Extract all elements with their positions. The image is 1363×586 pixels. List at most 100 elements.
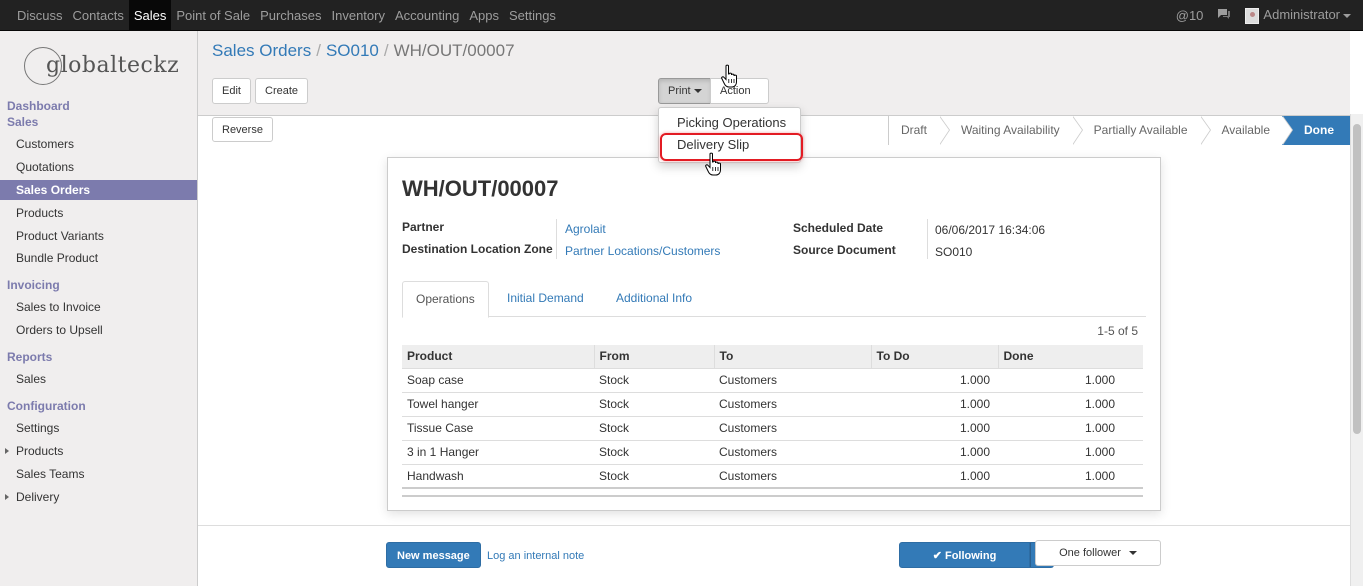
sidebar-item-delivery[interactable]: Delivery xyxy=(0,487,197,507)
column-done[interactable]: Done xyxy=(998,345,1143,368)
column-to[interactable]: To xyxy=(714,345,872,368)
cell-done: 1.000 xyxy=(998,367,1143,392)
reverse-button[interactable]: Reverse xyxy=(212,117,273,142)
stage-draft[interactable]: Draft xyxy=(887,116,950,145)
scrollbar-thumb[interactable] xyxy=(1353,124,1361,434)
new-message-button[interactable]: New message xyxy=(386,542,481,568)
menu-purchases[interactable]: Purchases xyxy=(255,0,326,31)
menu-inventory[interactable]: Inventory xyxy=(327,0,390,31)
sidebar-item-bundle-product[interactable]: Bundle Product xyxy=(0,248,197,268)
page-scrollbar[interactable] xyxy=(1350,114,1363,586)
sidebar: globalteckz Dashboard Sales Customers Qu… xyxy=(0,31,198,586)
cell-from: Stock xyxy=(594,439,714,464)
avatar xyxy=(1245,7,1260,24)
sidebar-item-product-variants[interactable]: Product Variants xyxy=(0,226,197,246)
top-navbar: Discuss Contacts Sales Point of Sale Pur… xyxy=(0,0,1363,31)
sidebar-item-orders-to-upsell[interactable]: Orders to Upsell xyxy=(0,320,197,340)
cell-to: Customers xyxy=(714,415,871,440)
highlight-annotation xyxy=(660,133,803,161)
menu-discuss[interactable]: Discuss xyxy=(12,0,68,31)
chat-icon[interactable] xyxy=(1217,8,1231,23)
notebook-tabs: Operations Initial Demand Additional Inf… xyxy=(402,281,1146,318)
column-to-do[interactable]: To Do xyxy=(871,345,999,368)
create-button[interactable]: Create xyxy=(255,78,309,104)
sidebar-item-config-products[interactable]: Products xyxy=(0,441,197,461)
column-product[interactable]: Product xyxy=(402,345,595,368)
menu-point-of-sale[interactable]: Point of Sale xyxy=(171,0,255,31)
partner-value[interactable]: Agrolait xyxy=(565,222,606,236)
stage-pipeline: Draft Waiting Availability Partially Ava… xyxy=(887,116,1350,145)
cell-done: 1.000 xyxy=(998,463,1143,488)
menu-item-picking-operations[interactable]: Picking Operations xyxy=(659,112,800,134)
sidebar-item-sales-to-invoice[interactable]: Sales to Invoice xyxy=(0,297,197,317)
menu-sales[interactable]: Sales xyxy=(128,0,172,31)
cell-from: Stock xyxy=(594,367,714,392)
sidebar-item-sales-orders[interactable]: Sales Orders xyxy=(0,180,197,200)
cell-from: Stock xyxy=(594,391,714,416)
breadcrumb-sales-orders[interactable]: Sales Orders xyxy=(212,41,311,60)
hand-cursor-icon xyxy=(720,64,740,91)
cell-to-do: 1.000 xyxy=(871,391,998,416)
sidebar-item-products[interactable]: Products xyxy=(0,203,197,223)
sidebar-item-reports-sales[interactable]: Sales xyxy=(0,369,197,389)
caret-right-icon xyxy=(5,448,9,454)
cell-from: Stock xyxy=(594,415,714,440)
cell-to-do: 1.000 xyxy=(871,415,998,440)
stage-partially-available[interactable]: Partially Available xyxy=(1071,116,1211,145)
following-label: Following xyxy=(944,550,997,562)
print-button[interactable]: Print xyxy=(658,78,712,104)
destination-zone-value[interactable]: Partner Locations/Customers xyxy=(565,244,720,258)
company-logo: globalteckz xyxy=(24,43,184,87)
tab-initial-demand[interactable]: Initial Demand xyxy=(494,281,597,317)
menu-apps[interactable]: Apps xyxy=(464,0,504,31)
table-row[interactable]: Towel hanger Stock Customers 1.000 1.000 xyxy=(402,391,1143,416)
sidebar-item-sales-teams[interactable]: Sales Teams xyxy=(0,464,197,484)
sidebar-heading-invoicing: Invoicing xyxy=(7,278,60,292)
cell-to: Customers xyxy=(714,391,871,416)
scheduled-date-value: 06/06/2017 16:34:06 xyxy=(935,223,1046,237)
stage-waiting-availability[interactable]: Waiting Availability xyxy=(938,116,1083,145)
logo-text: globalteckz xyxy=(46,53,180,78)
pager[interactable]: 1-5 of 5 xyxy=(1097,324,1138,338)
source-document-label: Source Document xyxy=(793,243,896,257)
followers-button[interactable]: One follower xyxy=(1035,540,1161,566)
sidebar-heading-sales[interactable]: Sales xyxy=(7,115,38,129)
breadcrumb-so010[interactable]: SO010 xyxy=(326,41,379,60)
table-header-row: Product From To To Do Done xyxy=(402,345,1143,368)
cell-product: Tissue Case xyxy=(402,415,594,440)
hand-cursor-icon xyxy=(704,152,724,179)
scheduled-date-label: Scheduled Date xyxy=(793,221,884,235)
mentions-counter[interactable]: @10 xyxy=(1176,8,1204,23)
breadcrumb-separator: / xyxy=(316,41,321,60)
table-row[interactable]: Handwash Stock Customers 1.000 1.000 xyxy=(402,463,1143,488)
table-row[interactable]: Tissue Case Stock Customers 1.000 1.000 xyxy=(402,415,1143,440)
partner-label: Partner xyxy=(402,220,445,234)
systray: @10 Administrator xyxy=(1176,0,1351,31)
menu-settings[interactable]: Settings xyxy=(504,0,561,31)
cell-product: Towel hanger xyxy=(402,391,594,416)
stage-available[interactable]: Available xyxy=(1199,116,1294,145)
edit-button[interactable]: Edit xyxy=(212,78,251,104)
field-divider xyxy=(927,219,928,259)
user-menu[interactable]: Administrator xyxy=(1245,7,1351,24)
tab-operations[interactable]: Operations xyxy=(402,281,489,318)
sidebar-item-quotations[interactable]: Quotations xyxy=(0,157,197,177)
print-label: Print xyxy=(668,85,691,97)
cell-to: Customers xyxy=(714,439,871,464)
field-divider xyxy=(556,219,557,259)
sidebar-heading-dashboard[interactable]: Dashboard xyxy=(7,99,70,113)
cell-product: 3 in 1 Hanger xyxy=(402,439,594,464)
tab-additional-info[interactable]: Additional Info xyxy=(603,281,705,317)
menu-accounting[interactable]: Accounting xyxy=(390,0,464,31)
cell-to-do: 1.000 xyxy=(871,463,998,488)
table-row[interactable]: 3 in 1 Hanger Stock Customers 1.000 1.00… xyxy=(402,439,1143,464)
column-from[interactable]: From xyxy=(594,345,715,368)
menu-contacts[interactable]: Contacts xyxy=(68,0,129,31)
sidebar-item-config-settings[interactable]: Settings xyxy=(0,418,197,438)
cell-from: Stock xyxy=(594,463,714,488)
table-row[interactable]: Soap case Stock Customers 1.000 1.000 xyxy=(402,367,1143,392)
following-button[interactable]: ✔ Following xyxy=(899,542,1030,568)
log-note-link[interactable]: Log an internal note xyxy=(487,550,584,562)
cell-to-do: 1.000 xyxy=(871,439,998,464)
sidebar-item-customers[interactable]: Customers xyxy=(0,134,197,154)
